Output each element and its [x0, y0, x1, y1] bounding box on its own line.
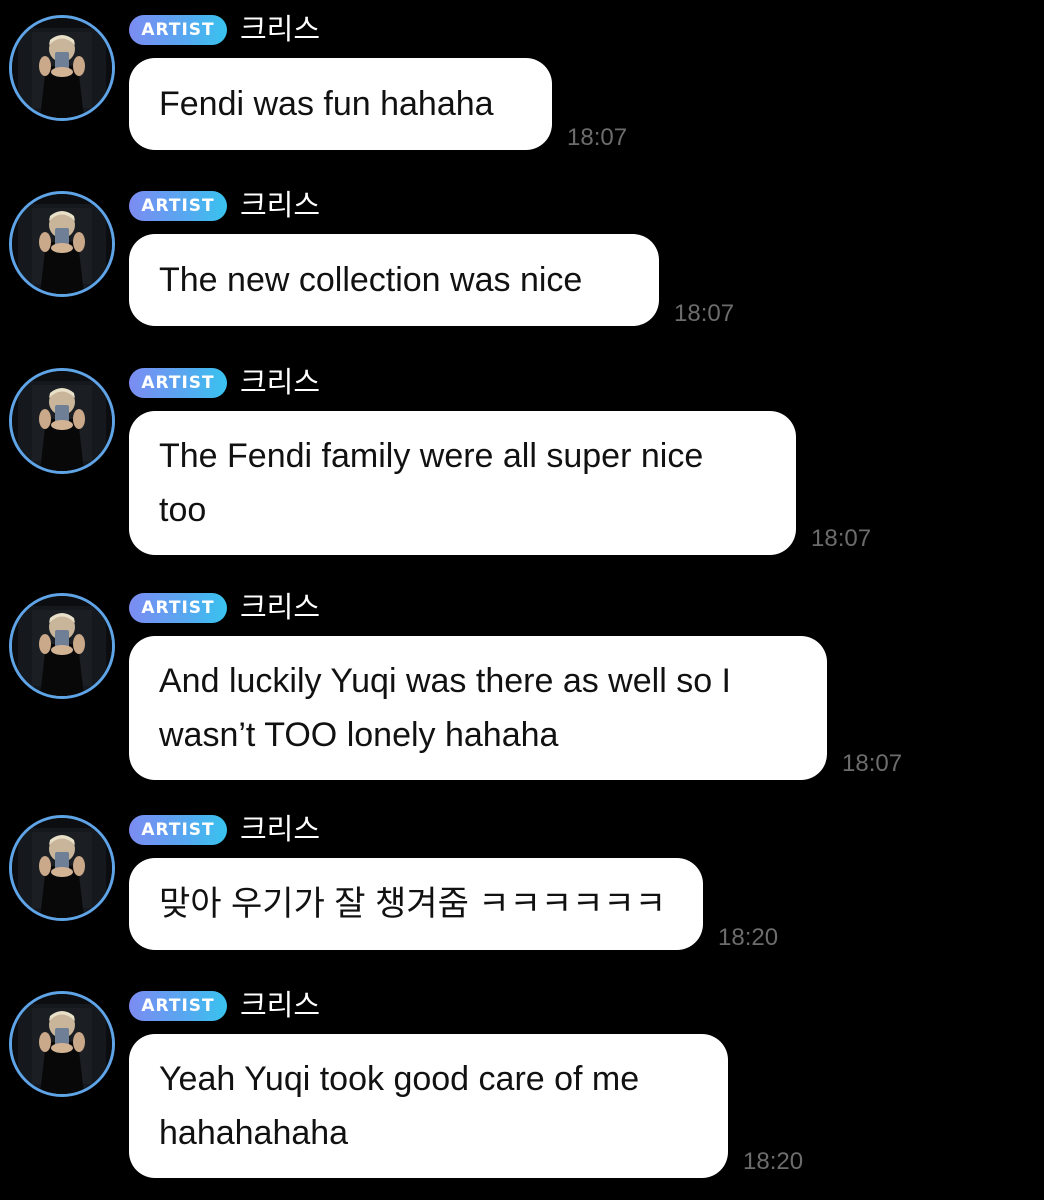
sender-name: 크리스 [240, 188, 321, 222]
message-bubble[interactable]: Fendi was fun hahaha [129, 58, 552, 150]
message-text-line: Fendi was fun hahaha [159, 85, 494, 123]
artist-badge: ARTIST [129, 593, 227, 623]
chat-message: ARTIST 크리스 맞아 우기가 잘 챙겨줌 ㅋㅋㅋㅋㅋㅋ 18:20 [0, 812, 1044, 955]
chat-message: ARTIST 크리스 Yeah Yuqi took good care of m… [0, 988, 1044, 1181]
avatar[interactable] [9, 593, 115, 699]
message-text-line: Yeah Yuqi took good care of me [159, 1060, 640, 1098]
message-text-line: wasn’t TOO lonely hahaha [159, 716, 559, 754]
artist-badge: ARTIST [129, 15, 227, 45]
sender-name: 크리스 [240, 365, 321, 399]
artist-badge: ARTIST [129, 368, 227, 398]
message-timestamp: 18:20 [743, 1148, 804, 1175]
message-text-line: The new collection was nice [159, 261, 583, 299]
sender-name: 크리스 [240, 12, 321, 46]
sender-name: 크리스 [240, 590, 321, 624]
artist-photo-icon [12, 596, 112, 696]
artist-photo-icon [12, 371, 112, 471]
message-bubble[interactable]: The Fendi family were all super nice too [129, 411, 796, 555]
artist-photo-icon [12, 994, 112, 1094]
chat-message: ARTIST 크리스 The Fendi family were all sup… [0, 365, 1044, 558]
message-text-line: too [159, 491, 207, 529]
avatar[interactable] [9, 368, 115, 474]
message-timestamp: 18:07 [567, 124, 628, 151]
avatar[interactable] [9, 15, 115, 121]
artist-photo-icon [12, 818, 112, 918]
message-text-line: hahahahaha [159, 1114, 349, 1152]
artist-badge: ARTIST [129, 991, 227, 1021]
sender-name: 크리스 [240, 812, 321, 846]
avatar[interactable] [9, 815, 115, 921]
message-timestamp: 18:07 [674, 300, 735, 327]
message-bubble[interactable]: 맞아 우기가 잘 챙겨줌 ㅋㅋㅋㅋㅋㅋ [129, 858, 703, 950]
chat-thread: ARTIST 크리스 Fendi was fun hahaha 18:07 AR… [0, 0, 1044, 1200]
message-bubble[interactable]: The new collection was nice [129, 234, 659, 326]
message-text-line: And luckily Yuqi was there as well so I [159, 662, 731, 700]
chat-message: ARTIST 크리스 Fendi was fun hahaha 18:07 [0, 12, 1044, 155]
chat-message: ARTIST 크리스 And luckily Yuqi was there as… [0, 590, 1044, 783]
message-bubble[interactable]: And luckily Yuqi was there as well so I … [129, 636, 827, 780]
avatar[interactable] [9, 991, 115, 1097]
chat-message: ARTIST 크리스 The new collection was nice 1… [0, 188, 1044, 331]
artist-photo-icon [12, 194, 112, 294]
message-timestamp: 18:20 [718, 924, 779, 951]
message-bubble[interactable]: Yeah Yuqi took good care of me hahahahah… [129, 1034, 728, 1178]
artist-badge: ARTIST [129, 815, 227, 845]
message-text-line: 맞아 우기가 잘 챙겨줌 ㅋㅋㅋㅋㅋㅋ [159, 885, 666, 923]
artist-photo-icon [12, 18, 112, 118]
message-timestamp: 18:07 [842, 750, 903, 777]
message-timestamp: 18:07 [811, 525, 872, 552]
message-text-line: The Fendi family were all super nice [159, 437, 704, 475]
sender-name: 크리스 [240, 988, 321, 1022]
artist-badge: ARTIST [129, 191, 227, 221]
avatar[interactable] [9, 191, 115, 297]
